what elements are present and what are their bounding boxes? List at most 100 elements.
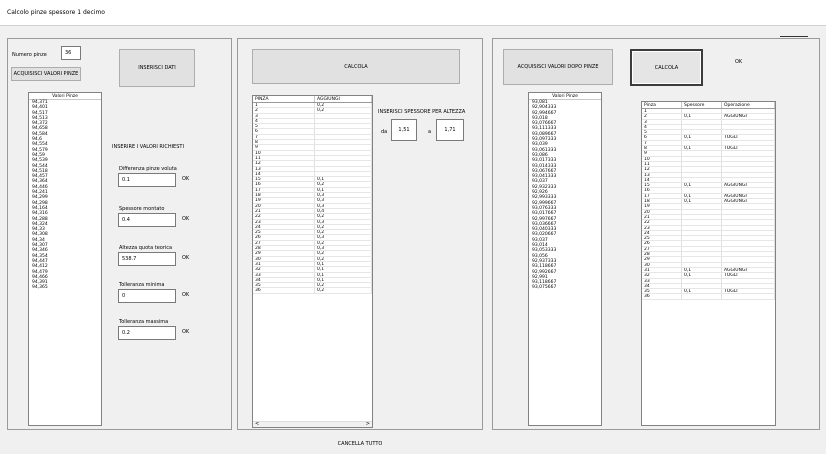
table-cell: [315, 166, 372, 171]
table-cell: 24: [642, 230, 682, 236]
field-ok-label: OK: [182, 216, 190, 222]
cancella-tutto-button[interactable]: CANCELLA TUTTO: [237, 434, 483, 454]
column-header: Pinza: [642, 102, 682, 108]
table-cell: [722, 124, 775, 130]
left-panel: Numero pinze 36 ACQUISISCI VALORI PINZE …: [7, 38, 232, 430]
table-cell: 13: [642, 172, 682, 177]
table-cell: 0,2: [315, 230, 372, 235]
table-cell: [722, 225, 775, 230]
list-item[interactable]: 93,075667: [529, 285, 601, 290]
table-cell: [315, 118, 372, 124]
table-cell: 24: [253, 224, 315, 230]
table-cell: [682, 241, 722, 246]
table-cell: 21: [642, 214, 682, 220]
table-cell: 0,2: [315, 103, 372, 108]
table-cell: 12: [642, 167, 682, 172]
table-cell: 28: [642, 252, 682, 257]
da-label: da: [381, 129, 388, 135]
table-cell: 28: [253, 246, 315, 251]
table-cell: 2: [642, 114, 682, 119]
table-row[interactable]: 36: [642, 294, 775, 300]
table-cell: 20: [253, 203, 315, 208]
field-input[interactable]: 0.2: [118, 326, 176, 340]
table-cell: 8: [642, 146, 682, 151]
table-cell: 12: [253, 161, 315, 166]
table-cell: [722, 209, 775, 214]
list-item[interactable]: 94,365: [29, 285, 101, 290]
field-ok-label: OK: [182, 176, 190, 182]
scroll-left-icon[interactable]: <: [255, 421, 259, 427]
table-cell: [682, 204, 722, 209]
table-cell: [722, 188, 775, 193]
calcola-dopo-button[interactable]: CALCOLA: [630, 49, 703, 86]
table-cell: 14: [253, 171, 315, 177]
field-label: Tolleranza massima: [119, 319, 169, 325]
spessore-a-input[interactable]: 1,71: [436, 119, 464, 141]
table-cell: 0,1: [315, 267, 372, 272]
acquisisci-valori-pinze-button[interactable]: ACQUISISCI VALORI PINZE: [11, 67, 81, 81]
inserire-valori-label: INSERIRE I VALORI RICHIESTI: [112, 144, 184, 150]
field-label: Altezza quota teorica: [119, 245, 173, 251]
table-cell: 0,2: [315, 283, 372, 288]
valori-pinze-dopo-header: Valori Pinze: [529, 93, 601, 100]
column-header: AGGIUNGI: [315, 96, 372, 102]
numero-pinze-input[interactable]: 36: [61, 46, 81, 60]
scroll-right-icon[interactable]: >: [366, 421, 370, 427]
table-cell: 0,1: [315, 177, 372, 182]
table-cell: [722, 177, 775, 183]
table-cell: TOGLI: [722, 289, 775, 294]
pinza-operazione-grid[interactable]: Pinza Spessore Operazione 1 2 0,1 AGGIUNGI 3…: [641, 101, 776, 426]
table-cell: [722, 156, 775, 161]
pinza-aggiungi-grid[interactable]: PINZA AGGIUNGI 1 0,2 2 0,2 3 4 5 6 7 8 9 10 11 12 13 14…: [252, 95, 373, 428]
field-input[interactable]: 0.1: [118, 173, 176, 187]
table-cell: [682, 252, 722, 257]
valori-pinze-dopo-list[interactable]: Valori Pinze 93,081 92,904333 92,994667 93,…: [528, 92, 602, 426]
field-input[interactable]: 0: [118, 289, 176, 303]
column-header: Operazione: [722, 102, 775, 108]
minimize-button[interactable]: [780, 25, 808, 37]
table-cell: 0,2: [315, 256, 372, 261]
field-label: Tolleranza minima: [119, 282, 165, 288]
valori-pinze-list[interactable]: Valori Pinze 94,371 94,401 94,517 94,513 94,…: [28, 92, 102, 426]
table-cell: 26: [253, 235, 315, 240]
table-cell: [682, 283, 722, 289]
table-cell: 6: [642, 135, 682, 140]
table-cell: [722, 220, 775, 225]
inserisci-spessore-label: INSERISCI SPESSORE PER ALTEZZA: [378, 109, 466, 115]
field-ok-label: OK: [182, 292, 190, 298]
table-cell: [682, 172, 722, 177]
table-cell: [682, 119, 722, 124]
table-cell: [682, 130, 722, 135]
table-cell: [682, 124, 722, 130]
table-row[interactable]: 36 0,2: [253, 288, 372, 294]
table-cell: [315, 140, 372, 145]
calcola-button[interactable]: CALCOLA: [252, 49, 460, 84]
table-cell: 9: [642, 151, 682, 156]
table-cell: 0,1: [682, 267, 722, 273]
table-cell: [722, 140, 775, 146]
window-title: Calcolo pinze spessore 1 decimo: [7, 9, 105, 16]
table-cell: [315, 113, 372, 118]
table-cell: 20: [642, 209, 682, 214]
field-label: Differenza pinze voluta: [119, 166, 177, 172]
spessore-da-input[interactable]: 1,51: [391, 119, 417, 141]
table-cell: 0,1: [682, 183, 722, 188]
table-cell: [722, 172, 775, 177]
table-cell: 10: [253, 150, 315, 155]
table-cell: 0,1: [682, 289, 722, 294]
acquisisci-valori-dopo-pinze-button[interactable]: ACQUISISCI VALORI DOPO PINZE: [503, 49, 613, 85]
table-cell: 2: [253, 108, 315, 113]
table-cell: 6: [253, 129, 315, 134]
table-cell: 33: [642, 278, 682, 283]
table-cell: 31: [642, 267, 682, 273]
table-cell: 0,1: [315, 277, 372, 283]
table-cell: 0,1: [315, 261, 372, 267]
table-cell: 32: [253, 267, 315, 272]
field-input[interactable]: 538.7: [118, 252, 176, 266]
table-cell: AGGIUNGI: [722, 199, 775, 204]
window-title-bar: Calcolo pinze spessore 1 decimo: [0, 0, 826, 26]
inserisci-dati-button[interactable]: INSERISCI DATI: [119, 49, 195, 87]
table-cell: 0,1: [682, 193, 722, 199]
field-input[interactable]: 0.4: [118, 213, 176, 227]
horizontal-scrollbar[interactable]: < >: [253, 421, 372, 427]
